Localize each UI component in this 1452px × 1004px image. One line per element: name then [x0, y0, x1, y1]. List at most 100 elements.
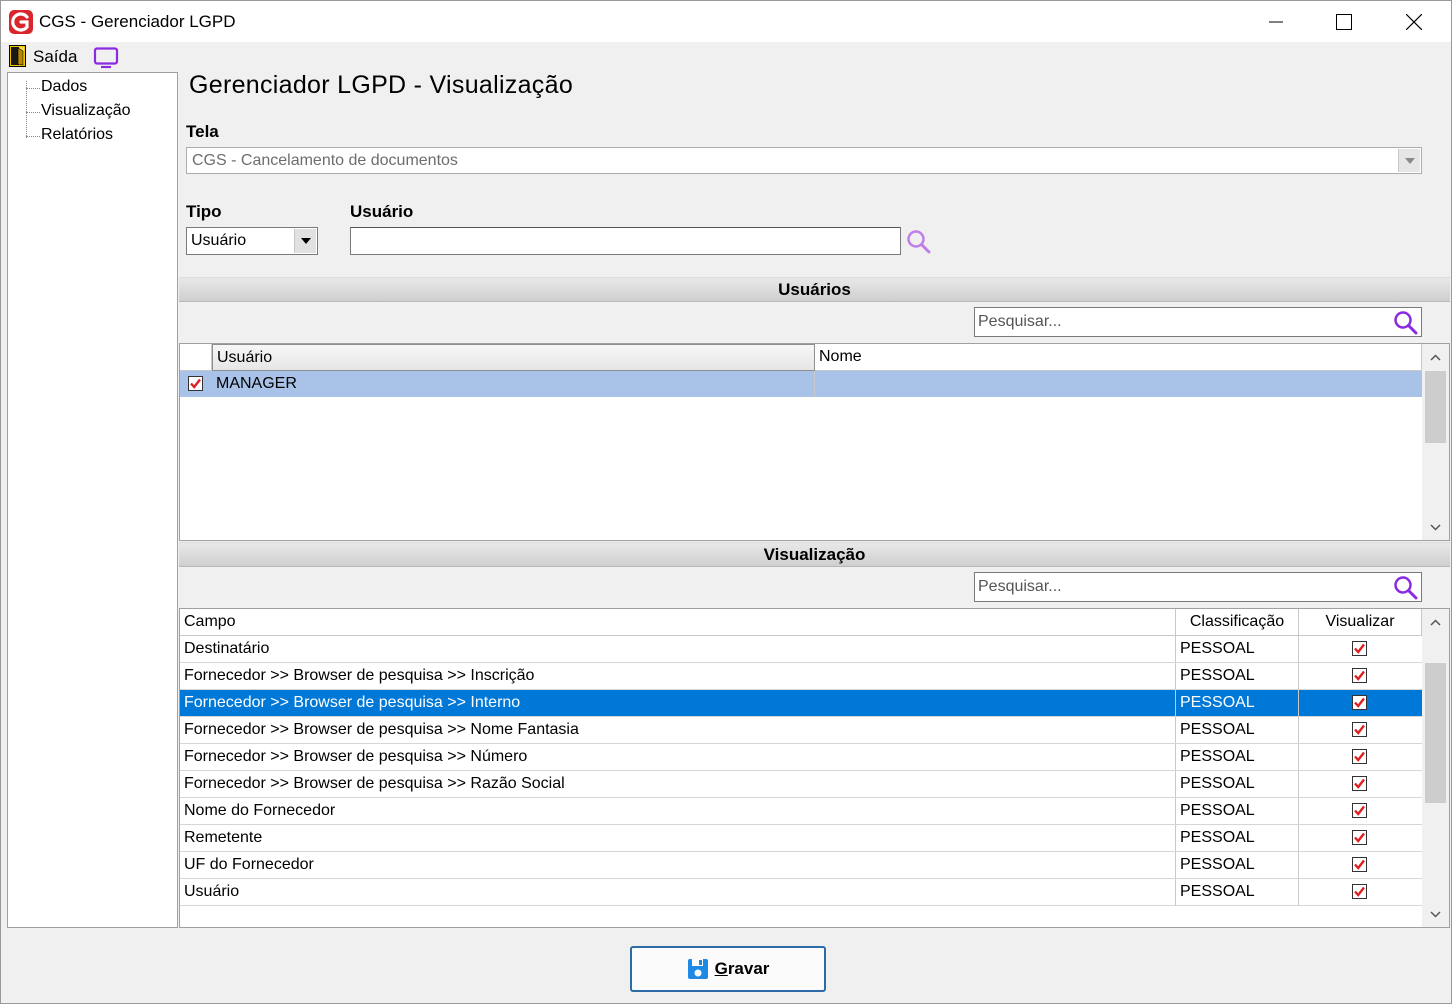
visualizar-checkbox[interactable]: [1352, 857, 1367, 872]
checkbox-checked-icon: [1354, 643, 1365, 654]
cell-classificacao: PESSOAL: [1176, 798, 1299, 824]
table-row[interactable]: Fornecedor >> Browser de pesquisa >> Nom…: [180, 717, 1422, 744]
table-row[interactable]: Fornecedor >> Browser de pesquisa >> Int…: [180, 690, 1422, 717]
visualizar-checkbox[interactable]: [1352, 776, 1367, 791]
grid-header-classificacao[interactable]: Classificação: [1176, 609, 1299, 636]
cell-classificacao: PESSOAL: [1176, 663, 1299, 689]
menu-bar: Saída: [1, 42, 1451, 72]
tree-connector: [26, 136, 40, 137]
save-button[interactable]: Gravar: [630, 946, 826, 992]
close-button[interactable]: [1379, 1, 1449, 42]
search-icon[interactable]: [906, 229, 932, 255]
window-title: CGS - Gerenciador LGPD: [39, 12, 236, 31]
search-icon[interactable]: [1393, 310, 1419, 336]
grid-header-usuario[interactable]: Usuário: [212, 344, 815, 371]
cell-visualizar: [1299, 852, 1422, 878]
minimize-button[interactable]: [1241, 1, 1311, 42]
scroll-thumb[interactable]: [1425, 371, 1446, 443]
exit-door-icon: [9, 45, 26, 67]
visualizar-checkbox[interactable]: [1352, 830, 1367, 845]
cgs-logo-icon: [9, 10, 33, 34]
cell-campo: Destinatário: [180, 636, 1176, 662]
visualizar-checkbox[interactable]: [1352, 803, 1367, 818]
cell-campo: Fornecedor >> Browser de pesquisa >> Raz…: [180, 771, 1176, 797]
usuarios-search-input[interactable]: Pesquisar...: [974, 307, 1422, 337]
table-row[interactable]: Nome do Fornecedor PESSOAL: [180, 798, 1422, 825]
exit-label: Saída: [33, 47, 78, 66]
visualizar-checkbox[interactable]: [1352, 722, 1367, 737]
cell-visualizar: [1299, 636, 1422, 662]
tree-item-dados[interactable]: Dados: [41, 78, 87, 96]
checkbox-checked-icon: [1354, 886, 1365, 897]
tree-item-visualizacao[interactable]: Visualização: [41, 102, 131, 120]
cell-visualizar: [1299, 717, 1422, 743]
cell-campo: Fornecedor >> Browser de pesquisa >> Núm…: [180, 744, 1176, 770]
table-row[interactable]: UF do Fornecedor PESSOAL: [180, 852, 1422, 879]
table-row[interactable]: Destinatário PESSOAL: [180, 636, 1422, 663]
scroll-thumb[interactable]: [1425, 663, 1446, 803]
scroll-down-button[interactable]: [1422, 514, 1449, 540]
cell-campo: Nome do Fornecedor: [180, 798, 1176, 824]
tipo-select[interactable]: Usuário: [186, 227, 318, 255]
cell-campo: UF do Fornecedor: [180, 852, 1176, 878]
visualizar-checkbox[interactable]: [1352, 668, 1367, 683]
row-checkbox[interactable]: [188, 376, 203, 391]
table-row[interactable]: Usuário PESSOAL: [180, 879, 1422, 906]
tipo-value: Usuário: [191, 232, 247, 249]
chevron-up-icon: [1430, 353, 1441, 361]
cell-visualizar: [1299, 825, 1422, 851]
table-row[interactable]: Fornecedor >> Browser de pesquisa >> Raz…: [180, 771, 1422, 798]
vertical-scrollbar[interactable]: [1422, 609, 1449, 927]
scroll-up-button[interactable]: [1422, 609, 1449, 635]
table-row[interactable]: Remetente PESSOAL: [180, 825, 1422, 852]
checkbox-checked-icon: [1354, 751, 1365, 762]
table-row[interactable]: Fornecedor >> Browser de pesquisa >> Núm…: [180, 744, 1422, 771]
usuario-input[interactable]: [350, 227, 901, 255]
table-row[interactable]: Fornecedor >> Browser de pesquisa >> Ins…: [180, 663, 1422, 690]
visualizar-checkbox[interactable]: [1352, 695, 1367, 710]
cell-classificacao: PESSOAL: [1176, 825, 1299, 851]
tree-connector: [26, 112, 40, 113]
tree-item-relatorios[interactable]: Relatórios: [41, 126, 113, 144]
floppy-disk-icon: [687, 959, 708, 979]
vertical-scrollbar[interactable]: [1422, 344, 1449, 540]
tela-select[interactable]: CGS - Cancelamento de documentos: [186, 147, 1422, 174]
maximize-button[interactable]: [1309, 1, 1379, 42]
cell-campo: Fornecedor >> Browser de pesquisa >> Nom…: [180, 717, 1176, 743]
title-bar: CGS - Gerenciador LGPD: [1, 1, 1451, 42]
checkbox-checked-icon: [1354, 670, 1365, 681]
cell-visualizar: [1299, 771, 1422, 797]
tipo-dropdown-button[interactable]: [294, 229, 316, 253]
visualizar-checkbox[interactable]: [1352, 884, 1367, 899]
search-icon[interactable]: [1393, 575, 1419, 601]
grid-header-nome[interactable]: Nome: [815, 344, 1422, 371]
tela-dropdown-button[interactable]: [1398, 149, 1420, 172]
navigation-tree: Dados Visualização Relatórios: [7, 72, 178, 928]
visualizacao-section-header: Visualização: [179, 542, 1450, 567]
cell-visualizar: [1299, 798, 1422, 824]
cell-classificacao: PESSOAL: [1176, 636, 1299, 662]
checkbox-checked-icon: [1354, 697, 1365, 708]
chevron-down-icon: [1430, 523, 1441, 531]
tree-connector: [26, 81, 27, 138]
grid-header-campo[interactable]: Campo: [180, 609, 1176, 636]
visualizar-checkbox[interactable]: [1352, 749, 1367, 764]
page-title: Gerenciador LGPD - Visualização: [189, 71, 574, 99]
checkbox-checked-icon: [1354, 778, 1365, 789]
search-placeholder: Pesquisar...: [978, 313, 1062, 330]
checkbox-checked-icon: [1354, 724, 1365, 735]
app-window: CGS - Gerenciador LGPD Saída Dados Visua…: [0, 0, 1452, 1004]
visualizar-checkbox[interactable]: [1352, 641, 1367, 656]
cell-nome: [815, 371, 1422, 397]
scroll-up-button[interactable]: [1422, 344, 1449, 370]
scroll-down-button[interactable]: [1422, 901, 1449, 927]
monitor-icon[interactable]: [93, 47, 119, 69]
search-placeholder: Pesquisar...: [978, 578, 1062, 595]
grid-header-visualizar[interactable]: Visualizar: [1299, 609, 1422, 636]
table-row[interactable]: MANAGER: [180, 371, 1422, 397]
chevron-down-icon: [300, 238, 311, 244]
cell-campo: Remetente: [180, 825, 1176, 851]
chevron-down-icon: [1430, 910, 1441, 918]
visualizacao-search-input[interactable]: Pesquisar...: [974, 572, 1422, 602]
tree-connector: [26, 88, 40, 89]
